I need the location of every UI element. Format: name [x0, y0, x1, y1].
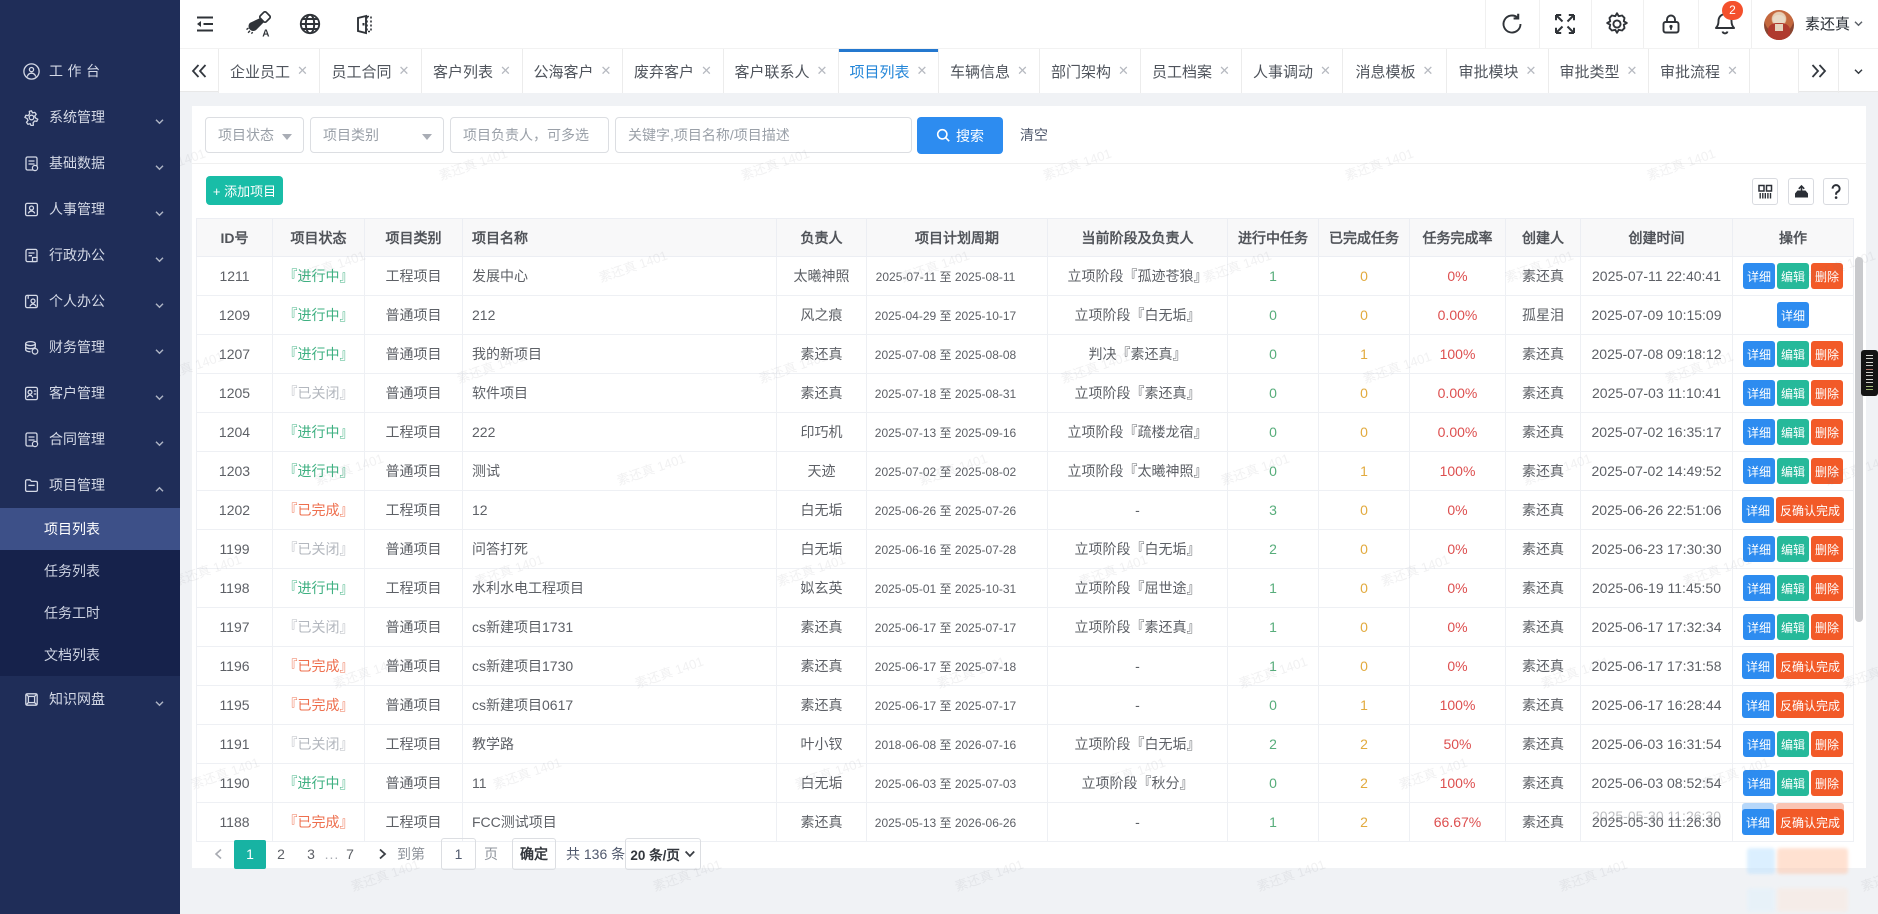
svg-text:A: A	[262, 29, 269, 38]
